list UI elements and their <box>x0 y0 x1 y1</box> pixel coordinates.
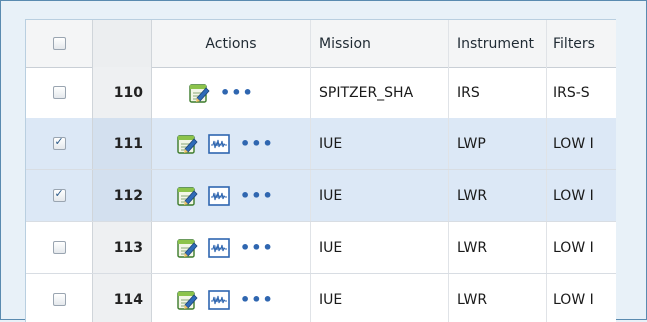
row-number-label: 110 <box>113 84 143 101</box>
mission-cell: IUE <box>310 118 448 169</box>
row-select-cell <box>26 274 92 322</box>
column-header-instrument[interactable]: Instrument <box>448 20 546 67</box>
mission-cell: IUE <box>310 222 448 273</box>
row-number-header <box>92 20 152 67</box>
row-select-checkbox[interactable] <box>52 241 66 254</box>
column-header-actions-label: Actions <box>205 35 257 52</box>
row-number: 110 <box>92 67 152 118</box>
instrument-cell: IRS <box>448 67 546 118</box>
row-actions-cell: ••• <box>152 222 310 273</box>
instrument-cell: LWR <box>448 222 546 273</box>
table-row[interactable]: 112 ••• IUE <box>26 170 616 222</box>
row-select-cell <box>26 67 92 118</box>
edit-note-icon[interactable] <box>188 82 210 104</box>
row-select-checkbox[interactable] <box>52 86 66 99</box>
select-all-cell <box>26 20 92 67</box>
row-actions-cell: ••• <box>152 274 310 322</box>
more-options-icon[interactable]: ••• <box>240 135 274 152</box>
filters-cell: LOW I <box>546 170 616 221</box>
column-header-instrument-label: Instrument <box>457 35 535 52</box>
more-options-icon[interactable]: ••• <box>240 291 274 308</box>
table-row[interactable]: 111 ••• IUE <box>26 118 616 170</box>
row-actions-cell: ••• <box>152 118 310 169</box>
column-header-mission[interactable]: Mission <box>310 20 448 67</box>
row-number-label: 111 <box>113 135 143 152</box>
edit-note-icon[interactable] <box>176 133 198 155</box>
more-options-icon[interactable]: ••• <box>240 239 274 256</box>
edit-note-icon[interactable] <box>176 237 198 259</box>
table-row[interactable]: 114 ••• IUE LWR LOW I <box>26 274 616 322</box>
window-frame: Actions Mission Instrument Filters 110 •… <box>0 0 647 322</box>
row-number-label: 114 <box>113 291 143 308</box>
instrument-cell: LWR <box>448 170 546 221</box>
instrument-cell: LWR <box>448 274 546 322</box>
row-number-label: 113 <box>113 239 143 256</box>
grid-header-row: Actions Mission Instrument Filters <box>26 20 616 68</box>
select-all-checkbox[interactable] <box>52 37 66 50</box>
more-options-icon[interactable]: ••• <box>220 84 254 101</box>
column-header-filters[interactable]: Filters <box>546 20 616 67</box>
spectrum-plot-icon[interactable] <box>208 237 230 258</box>
row-select-cell <box>26 118 92 169</box>
row-select-checkbox[interactable] <box>52 135 66 150</box>
row-select-checkbox[interactable] <box>52 293 66 306</box>
column-header-filters-label: Filters <box>553 35 595 52</box>
column-header-actions[interactable]: Actions <box>152 20 310 67</box>
row-select-cell <box>26 170 92 221</box>
column-header-mission-label: Mission <box>319 35 371 52</box>
row-select-cell <box>26 222 92 273</box>
filters-cell: LOW I <box>546 222 616 273</box>
mission-cell: IUE <box>310 170 448 221</box>
row-number-label: 112 <box>113 187 143 204</box>
mission-cell: SPITZER_SHA <box>310 67 448 118</box>
row-number: 113 <box>92 222 152 273</box>
edit-note-icon[interactable] <box>176 185 198 207</box>
spectrum-plot-icon[interactable] <box>208 185 230 206</box>
table-row[interactable]: 110 ••• SPITZER_SHA IRS IRS-S <box>26 67 616 119</box>
spectrum-plot-icon[interactable] <box>208 289 230 310</box>
spectrum-plot-icon[interactable] <box>208 133 230 154</box>
row-number: 114 <box>92 274 152 322</box>
edit-note-icon[interactable] <box>176 289 198 311</box>
filters-cell: LOW I <box>546 274 616 322</box>
row-actions-cell: ••• <box>152 170 310 221</box>
row-number: 112 <box>92 170 152 221</box>
more-options-icon[interactable]: ••• <box>240 187 274 204</box>
instrument-cell: LWP <box>448 118 546 169</box>
row-select-checkbox[interactable] <box>52 187 66 202</box>
row-actions-cell: ••• <box>152 67 310 118</box>
table-row[interactable]: 113 ••• IUE LWR LOW I <box>26 222 616 274</box>
results-grid-panel: Actions Mission Instrument Filters 110 •… <box>25 19 616 322</box>
row-number: 111 <box>92 118 152 169</box>
filters-cell: IRS-S <box>546 67 616 118</box>
filters-cell: LOW I <box>546 118 616 169</box>
mission-cell: IUE <box>310 274 448 322</box>
